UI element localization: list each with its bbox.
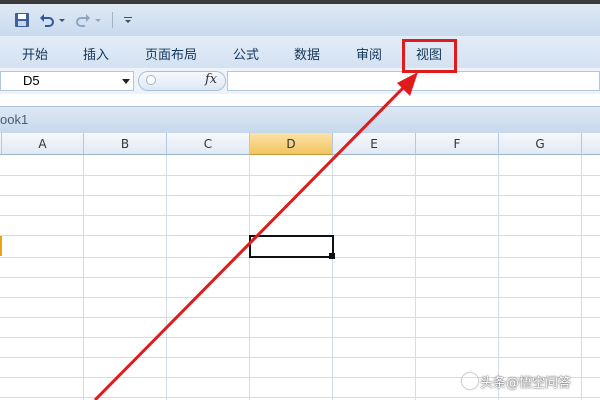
watermark-logo-icon bbox=[462, 373, 478, 389]
annotation-arrow bbox=[93, 72, 418, 400]
watermark-text: 头条@悟空问答 bbox=[480, 376, 572, 391]
